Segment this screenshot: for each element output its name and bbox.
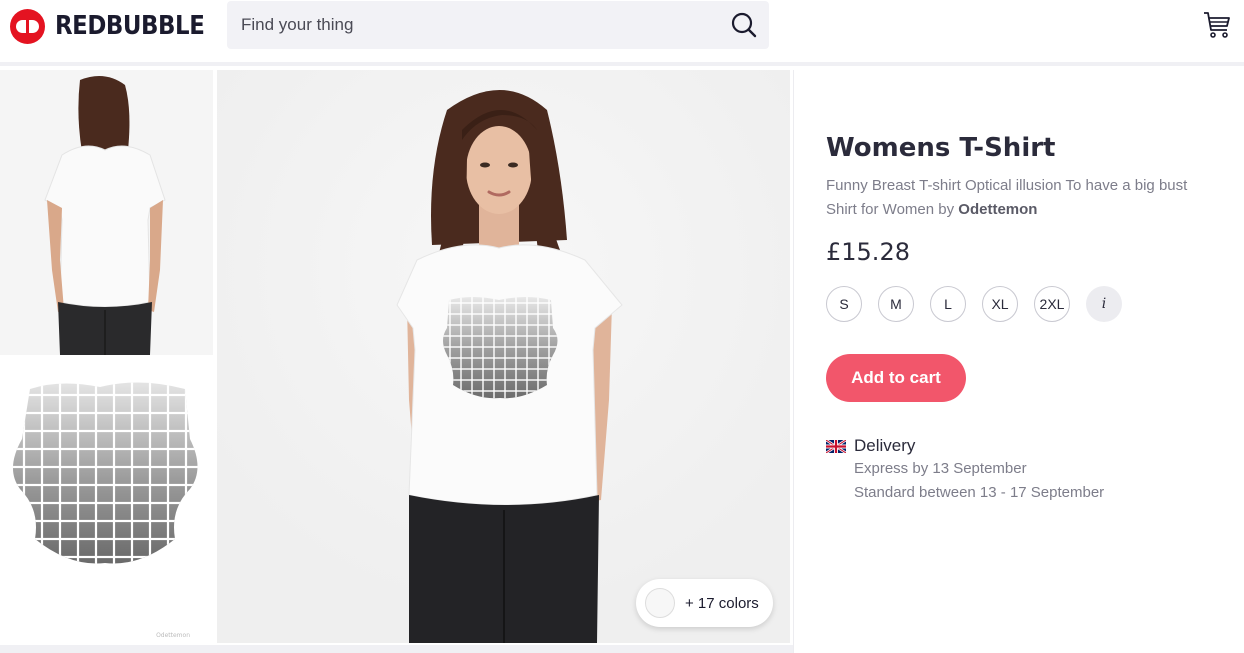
size-option-xl[interactable]: XL [982, 286, 1018, 322]
search-icon[interactable] [729, 10, 759, 40]
standard-delivery-text: Standard between 13 - 17 September [854, 484, 1105, 501]
express-delivery-text: Express by 13 September [854, 460, 1027, 477]
thumbnail-design[interactable]: Odettemon [0, 359, 213, 643]
search-bar [227, 1, 769, 49]
gallery-divider [0, 645, 793, 653]
main-product-image [217, 70, 790, 643]
product-title: Womens T-Shirt [826, 133, 1056, 163]
product-description: Funny Breast T-shirt Optical illusion To… [826, 174, 1221, 222]
thumbnail-back-view[interactable] [0, 70, 213, 355]
size-option-2xl[interactable]: 2XL [1034, 286, 1070, 322]
size-option-m[interactable]: M [878, 286, 914, 322]
logo-badge-icon [10, 8, 45, 44]
more-colors-label: + 17 colors [685, 594, 759, 612]
logo-text: REDBUBBLE [55, 11, 205, 41]
size-selector: S M L XL 2XL i [826, 286, 1122, 322]
cart-icon[interactable] [1201, 9, 1233, 41]
more-colors-button[interactable]: + 17 colors [636, 579, 773, 627]
search-input[interactable] [227, 1, 707, 49]
color-swatch [645, 588, 675, 618]
size-option-s[interactable]: S [826, 286, 862, 322]
delivery-title: Delivery [854, 436, 916, 455]
top-header: REDBUBBLE [0, 0, 1244, 66]
size-guide-info-icon[interactable]: i [1086, 286, 1122, 322]
add-to-cart-button[interactable]: Add to cart [826, 354, 966, 402]
size-option-l[interactable]: L [930, 286, 966, 322]
artist-link[interactable]: Odettemon [958, 201, 1037, 218]
design-watermark: Odettemon [156, 632, 190, 639]
redbubble-logo[interactable]: REDBUBBLE [10, 8, 225, 44]
product-price: £15.28 [826, 238, 910, 266]
uk-flag-icon [826, 440, 846, 453]
